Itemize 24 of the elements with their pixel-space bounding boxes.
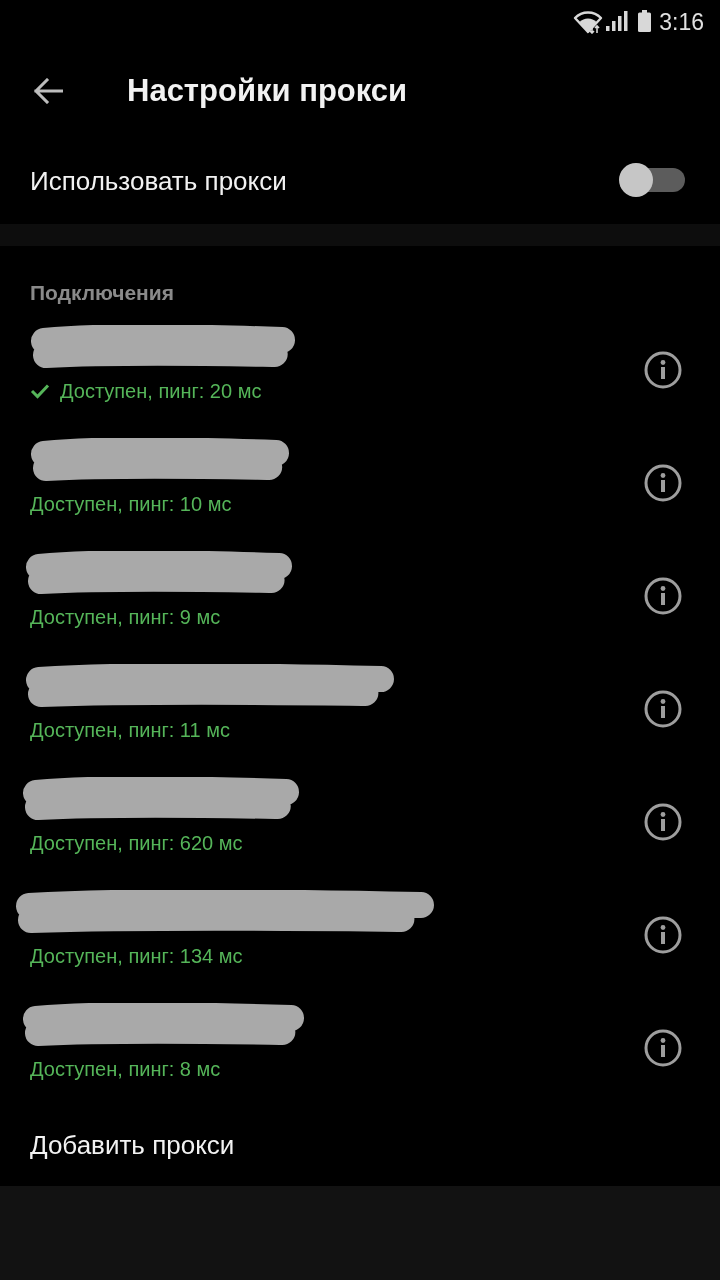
status-text: Доступен, пинг: 134 мс <box>30 944 243 969</box>
status-text: Доступен, пинг: 620 мс <box>30 831 243 856</box>
clock-time: 3:16 <box>659 8 704 36</box>
signal-icon <box>606 11 629 31</box>
info-icon[interactable] <box>644 915 682 954</box>
add-proxy-button[interactable]: Добавить прокси <box>0 1104 720 1186</box>
info-icon[interactable] <box>644 802 682 841</box>
status-text: Доступен, пинг: 9 мс <box>30 605 221 630</box>
wifi-icon <box>573 10 604 34</box>
battery-icon <box>638 10 652 32</box>
status-text: Доступен, пинг: 11 мс <box>30 718 230 743</box>
status-text: Доступен, пинг: 20 мс <box>60 379 262 404</box>
back-arrow-icon[interactable] <box>33 78 63 104</box>
status-text: Доступен, пинг: 8 мс <box>30 1057 221 1082</box>
section-header: Подключения <box>30 280 174 306</box>
screen-title: Настройки прокси <box>127 72 408 110</box>
info-icon[interactable] <box>644 689 682 728</box>
toggle-switch[interactable] <box>619 163 685 197</box>
info-icon[interactable] <box>644 576 682 615</box>
info-icon[interactable] <box>644 463 682 502</box>
info-icon[interactable] <box>644 350 682 389</box>
status-text: Доступен, пинг: 10 мс <box>30 492 232 517</box>
setting-label: Использовать прокси <box>30 165 287 198</box>
info-icon[interactable] <box>644 1028 682 1067</box>
